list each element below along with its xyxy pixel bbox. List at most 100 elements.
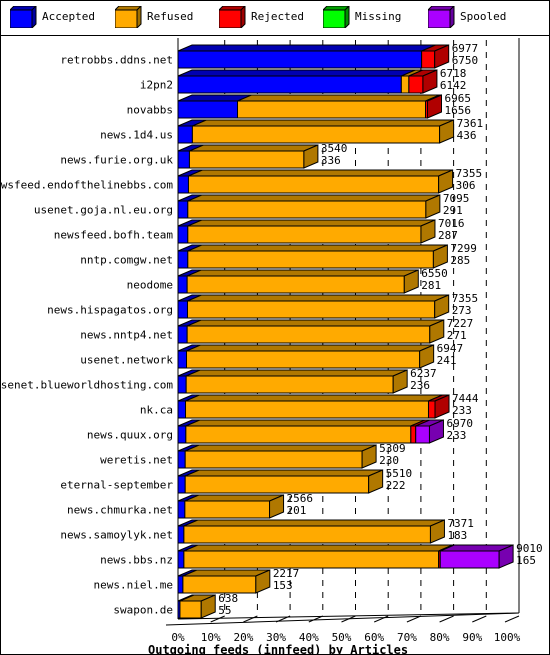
second-value-label: 241 (437, 354, 457, 367)
bar-segment-top (183, 519, 445, 527)
second-value-label: 230 (379, 454, 399, 467)
bar-segment-top (187, 244, 448, 252)
bar-segment-refused (185, 400, 429, 419)
bar-segment-accepted (177, 75, 402, 94)
x-tick-mark (504, 615, 520, 623)
second-value-label: 291 (443, 204, 463, 217)
bar-segment-top (187, 194, 441, 202)
bar-segment-refused (182, 575, 257, 594)
category-label: retrobbs.ddns.net (60, 54, 173, 67)
second-value-label: 55 (218, 604, 231, 617)
bar-segment-refused (183, 550, 440, 569)
bar-segment-top (185, 394, 443, 402)
category-label: nntp.comgw.net (80, 254, 173, 267)
bar-segment-refused (179, 600, 202, 619)
bar-segment-refused (188, 150, 305, 169)
bar-segment-accepted (177, 200, 189, 219)
second-value-label: 6142 (440, 79, 467, 92)
bar-segment-accepted (177, 425, 187, 444)
category-label: newsfeed.bofh.team (54, 229, 174, 242)
bar-segment-accepted (177, 375, 187, 394)
bar-segment-refused (184, 500, 271, 519)
bar-segment-top (184, 494, 284, 502)
category-label: usenet.goja.nl.eu.org (34, 204, 173, 217)
bar-segment-top (189, 144, 319, 152)
bar-segment-refused (187, 225, 422, 244)
bar-segment-refused (183, 525, 431, 544)
bar-chart: 0% 10% 20% 30% 40% 50% 60% 70% 80% 90% 100%retrobb… (0, 38, 543, 655)
x-tick-mark (374, 615, 389, 623)
bar-segment-accepted (177, 500, 186, 519)
bar-segment-top (183, 544, 453, 552)
bar-segment-refused (187, 175, 440, 194)
bar-segment-accepted (177, 575, 184, 594)
bar-segment-spooled (415, 425, 430, 444)
bar-segment-refused (186, 325, 431, 344)
category-label: novabbs (127, 104, 173, 117)
second-value-label: 165 (516, 554, 536, 567)
x-axis-title: Outgoing feeds (innfeed) by Articles (148, 643, 408, 655)
bar-segment-top (177, 69, 416, 77)
second-value-label: 281 (421, 279, 441, 292)
second-value-label: 271 (447, 329, 467, 342)
category-label: news.niel.me (94, 579, 173, 592)
bar-segment-top (187, 294, 449, 302)
second-value-label: 306 (456, 179, 476, 192)
bar-segment-accepted (177, 100, 239, 119)
bar-segment-accepted (177, 325, 188, 344)
bar-segment-accepted (177, 350, 188, 369)
second-value-label: 273 (452, 304, 472, 317)
category-label: eternal-september (60, 479, 173, 492)
bar-segment-top (186, 319, 444, 327)
category-label: i2pn2 (140, 79, 173, 92)
second-value-label: 233 (446, 429, 466, 442)
x-tick-label: 90% (462, 631, 482, 644)
bar-segment-accepted (177, 275, 188, 294)
second-value-label: 236 (410, 379, 430, 392)
category-label: news.1d4.us (100, 129, 173, 142)
bar-segment-refused (185, 375, 394, 394)
second-value-label: 6750 (452, 54, 479, 67)
category-label: news.samoylyk.net (60, 529, 173, 542)
bar-segment-refused (187, 250, 434, 269)
x-tick-mark (472, 615, 487, 623)
bar-segment-top (237, 94, 440, 102)
category-label: news.chmurka.net (67, 504, 173, 517)
bar-segment-top (186, 269, 419, 277)
bar-segment-top (185, 369, 408, 377)
category-label: nk.ca (140, 404, 173, 417)
bar-segment-refused (185, 425, 412, 444)
second-value-label: 436 (457, 129, 477, 142)
bar-segment-rejected (421, 50, 436, 69)
x-tick-mark (439, 615, 454, 623)
bar-segment-accepted (177, 450, 186, 469)
bar-segment-rejected (408, 75, 424, 94)
bar-segment-accepted (177, 175, 189, 194)
category-label: neodome (127, 279, 173, 292)
category-label: usenet.blueworldhosting.com (0, 379, 173, 392)
bar-segment-refused (186, 300, 436, 319)
bar-segment-accepted (177, 250, 189, 269)
second-value-label: 153 (273, 579, 293, 592)
bar-segment-refused (184, 475, 370, 494)
second-value-label: 285 (450, 254, 470, 267)
bar-segment-accepted (177, 125, 193, 144)
bar-segment-accepted (177, 550, 185, 569)
bar-segment-refused (400, 75, 410, 94)
bar-segment-accepted (177, 150, 190, 169)
bar-segment-top (184, 444, 377, 452)
second-value-label: 1656 (445, 104, 472, 117)
bar-segment-refused (187, 200, 427, 219)
category-label: news.furie.org.uk (60, 154, 173, 167)
bar-segment-accepted (177, 300, 188, 319)
bar-segment-rejected (427, 400, 436, 419)
category-label: news.bbs.nz (100, 554, 173, 567)
bar-segment-refused (237, 100, 427, 119)
second-value-label: 201 (287, 504, 307, 517)
bar-segment-top (187, 219, 436, 227)
bar-segment-spooled (439, 550, 500, 569)
bar-segment-top (185, 419, 426, 427)
second-value-label: 233 (452, 404, 472, 417)
bar-segment-accepted (177, 525, 185, 544)
bar-segment-top (186, 344, 434, 352)
